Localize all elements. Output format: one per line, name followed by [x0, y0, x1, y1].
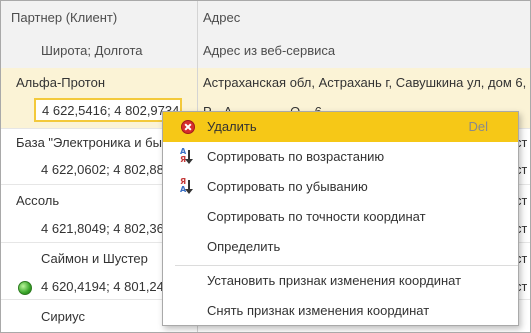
- table-header-row-1: Партнер (Клиент) Адрес: [1, 1, 530, 36]
- partner-coordinates: 4 622,0602; 4 802,88: [41, 162, 164, 177]
- coordinates-input[interactable]: 4 622,5416; 4 802,9734: [34, 98, 182, 122]
- table-header-row-2: Широта; Долгота Адрес из веб-сервиса: [1, 35, 530, 69]
- menu-item-label: Определить: [207, 239, 281, 254]
- menu-item-clear-change-flag[interactable]: Снять признак изменения координат: [163, 296, 518, 326]
- menu-item-label: Сортировать по точности координат: [207, 209, 426, 224]
- partner-name: Сириус: [41, 309, 85, 324]
- column-header-address[interactable]: Адрес: [203, 10, 240, 25]
- menu-item-label: Установить признак изменения координат: [207, 273, 462, 288]
- menu-item-set-change-flag[interactable]: Установить признак изменения координат: [163, 266, 518, 296]
- menu-item-label: Снять признак изменения координат: [207, 303, 430, 318]
- context-menu: Удалить Del АЯ Сортировать по возрастани…: [162, 111, 519, 326]
- delete-icon: [181, 120, 195, 134]
- partner-address: Астраханская обл, Астрахань г, Савушкина…: [203, 75, 527, 90]
- menu-item-determine[interactable]: Определить: [163, 232, 518, 262]
- menu-item-delete[interactable]: Удалить Del: [163, 112, 518, 142]
- table-frame: Партнер (Клиент) Адрес Широта; Долгота А…: [0, 0, 531, 333]
- menu-item-sort-descending[interactable]: ЯА Сортировать по убыванию: [163, 172, 518, 202]
- menu-item-label: Сортировать по возрастанию: [207, 149, 385, 164]
- partner-name: База "Электроника и быт: [16, 135, 166, 150]
- partner-name: Альфа-Протон: [16, 75, 106, 90]
- menu-item-shortcut: Del: [468, 119, 488, 134]
- partner-name: Ассоль: [16, 193, 60, 208]
- menu-item-sort-ascending[interactable]: АЯ Сортировать по возрастанию: [163, 142, 518, 172]
- green-status-icon: [18, 281, 32, 295]
- partner-name: Саймон и Шустер: [41, 251, 148, 266]
- partner-coordinates: 4 620,4194; 4 801,24: [41, 279, 164, 294]
- column-header-web-address[interactable]: Адрес из веб-сервиса: [203, 43, 335, 58]
- partner-coordinates: 4 621,8049; 4 802,36: [41, 221, 164, 236]
- column-header-partner[interactable]: Партнер (Клиент): [11, 10, 117, 25]
- menu-item-label: Удалить: [207, 119, 257, 134]
- menu-item-label: Сортировать по убыванию: [207, 179, 368, 194]
- column-header-coordinates[interactable]: Широта; Долгота: [41, 43, 143, 58]
- menu-item-sort-accuracy[interactable]: Сортировать по точности координат: [163, 202, 518, 232]
- sort-descending-icon: ЯА: [180, 178, 198, 196]
- sort-ascending-icon: АЯ: [180, 148, 198, 166]
